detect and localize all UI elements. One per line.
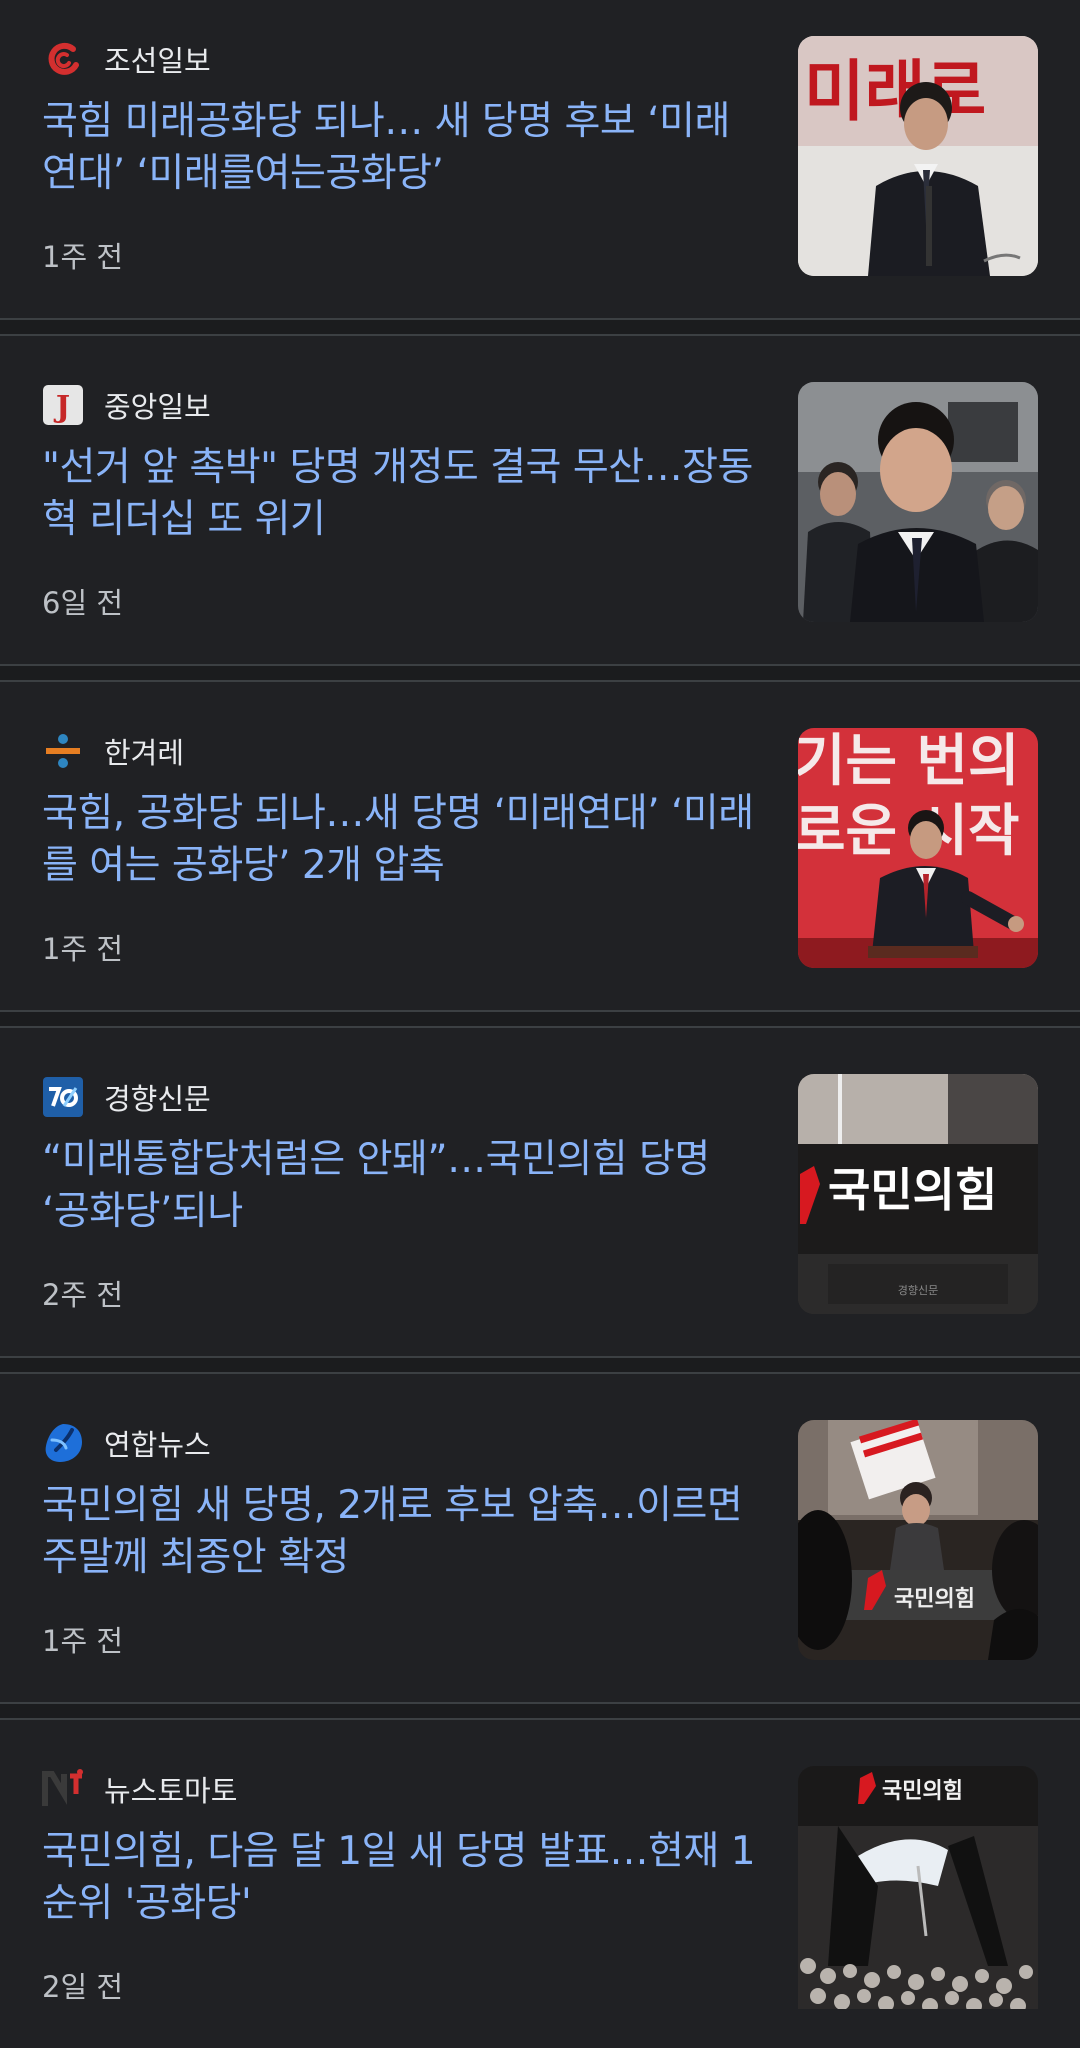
article-headline[interactable]: 국민의힘 새 당명, 2개로 후보 압축…이르면 주말께 최종안 확정 — [42, 1480, 762, 1584]
source-name: 한겨레 — [104, 736, 185, 770]
thumbnail-sign-text: 국민의힘 — [894, 1587, 975, 1612]
svg-text:J: J — [53, 390, 70, 425]
yonhap-logo-icon — [42, 1422, 84, 1464]
article-headline[interactable]: 국힘 미래공화당 되나… 새 당명 후보 ‘미래연대’ ‘미래를여는공화당’ — [42, 96, 762, 200]
article-time: 2주 전 — [42, 1278, 124, 1312]
newstomato-logo-icon — [42, 1768, 84, 1810]
chosun-logo-icon — [42, 38, 84, 80]
article-time: 1주 전 — [42, 240, 124, 274]
article-headline[interactable]: 국힘, 공화당 되나…새 당명 ‘미래연대’ ‘미래를 여는 공화당’ 2개 압… — [42, 788, 762, 892]
article-card[interactable]: 경향신문 “미래통합당처럼은 안돼”…국민의힘 당명 ‘공화당’되나 2주 전 … — [0, 1038, 1080, 1356]
source-name: 경향신문 — [104, 1082, 211, 1116]
article-headline[interactable]: “미래통합당처럼은 안돼”…국민의힘 당명 ‘공화당’되나 — [42, 1134, 762, 1238]
article-time: 1주 전 — [42, 1624, 124, 1658]
source-row: 한겨레 — [42, 730, 184, 772]
article-card[interactable]: J 중앙일보 "선거 앞 촉박" 당명 개정도 결국 무산…장동혁 리더십 또 … — [0, 346, 1080, 664]
article-thumbnail[interactable]: 국민의힘 경향신문 — [798, 1074, 1038, 1314]
article-time: 1주 전 — [42, 932, 124, 966]
card-divider — [0, 318, 1080, 336]
source-row: 연합뉴스 — [42, 1422, 211, 1464]
source-row: 조선일보 — [42, 38, 211, 80]
article-thumbnail[interactable]: 미래로 — [798, 36, 1038, 276]
thumbnail-sign-text: 국민의힘 — [828, 1163, 997, 1217]
article-card[interactable]: 조선일보 국힘 미래공화당 되나… 새 당명 후보 ‘미래연대’ ‘미래를여는공… — [0, 0, 1080, 318]
source-row: 뉴스토마토 — [42, 1768, 237, 1810]
thumbnail-sign-text: 기는 번의 — [798, 729, 1020, 794]
article-time: 6일 전 — [42, 586, 124, 620]
source-row: J 중앙일보 — [42, 384, 211, 426]
khan-logo-icon — [42, 1076, 84, 1118]
article-headline[interactable]: 국민의힘, 다음 달 1일 새 당명 발표…현재 1순위 '공화당' — [42, 1826, 762, 1930]
article-card[interactable]: 뉴스토마토 국민의힘, 다음 달 1일 새 당명 발표…현재 1순위 '공화당'… — [0, 1730, 1080, 2048]
card-divider — [0, 664, 1080, 682]
card-divider — [0, 1010, 1080, 1028]
article-card[interactable]: 한겨레 국힘, 공화당 되나…새 당명 ‘미래연대’ ‘미래를 여는 공화당’ … — [0, 692, 1080, 1010]
article-time: 2일 전 — [42, 1970, 124, 2004]
article-thumbnail[interactable]: 기는 번의 로운 시작 — [798, 728, 1038, 968]
source-row: 경향신문 — [42, 1076, 211, 1118]
article-thumbnail[interactable]: 국민의힘 — [798, 1766, 1038, 2009]
source-name: 중앙일보 — [104, 390, 211, 424]
source-name: 조선일보 — [104, 44, 211, 78]
news-feed: 조선일보 국힘 미래공화당 되나… 새 당명 후보 ‘미래연대’ ‘미래를여는공… — [0, 0, 1080, 2009]
thumbnail-small-text: 경향신문 — [898, 1284, 938, 1297]
source-name: 뉴스토마토 — [104, 1774, 238, 1808]
card-divider — [0, 1356, 1080, 1374]
article-card[interactable]: 연합뉴스 국민의힘 새 당명, 2개로 후보 압축…이르면 주말께 최종안 확정… — [0, 1384, 1080, 1702]
thumbnail-sign-text: 국민의힘 — [882, 1779, 963, 1804]
hani-logo-icon — [42, 730, 84, 772]
thumbnail-sign-text: 미래로 — [804, 53, 986, 130]
article-thumbnail[interactable]: 국민의힘 — [798, 1420, 1038, 1660]
source-name: 연합뉴스 — [104, 1428, 211, 1462]
article-headline[interactable]: "선거 앞 촉박" 당명 개정도 결국 무산…장동혁 리더십 또 위기 — [42, 442, 762, 546]
joongang-logo-icon: J — [42, 384, 84, 426]
article-thumbnail[interactable] — [798, 382, 1038, 622]
card-divider — [0, 1702, 1080, 1720]
